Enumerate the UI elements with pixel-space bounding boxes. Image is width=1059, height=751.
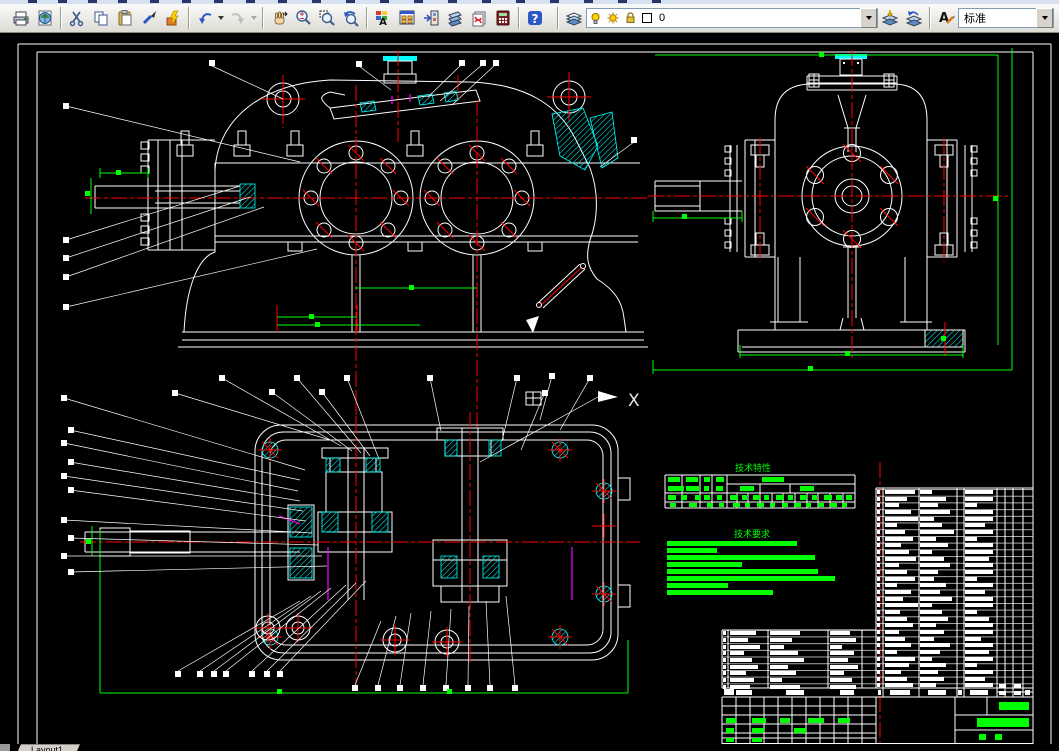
text-style-dropdown-arrow[interactable] xyxy=(1036,8,1053,28)
text-style-icon[interactable]: A xyxy=(934,6,958,30)
toolbar-separator xyxy=(518,7,520,29)
menu-bar-sliver xyxy=(0,0,1059,4)
undo-icon[interactable] xyxy=(193,6,217,30)
zoom-realtime-icon[interactable] xyxy=(291,6,315,30)
tech-spec-table: 技术特性 xyxy=(664,462,856,509)
layout-tab-label: Layout1 xyxy=(31,745,64,751)
toolbar-separator xyxy=(188,7,190,29)
quickcalc-icon[interactable] xyxy=(491,6,515,30)
layers-icon[interactable] xyxy=(562,6,586,30)
layer-on-bulb-icon[interactable] xyxy=(590,12,601,25)
tab-layout1[interactable]: Layout1 xyxy=(14,744,80,751)
layer-previous-icon[interactable] xyxy=(902,6,926,30)
application-window: A ? 0 A 标准 X 技术特性 技术要求 Layout1 xyxy=(0,0,1059,751)
tech-requirements-title: 技术要求 xyxy=(734,528,770,540)
layout-tab-bar: Layout1 xyxy=(0,744,1059,751)
tech-spec-title: 技术特性 xyxy=(735,462,771,474)
sheet-set-manager-icon[interactable] xyxy=(443,6,467,30)
zoom-previous-icon[interactable] xyxy=(339,6,363,30)
plot-icon[interactable] xyxy=(9,6,33,30)
current-text-style: 标准 xyxy=(964,13,986,25)
match-properties-icon[interactable] xyxy=(137,6,161,30)
text-style-dropdown[interactable]: 标准 xyxy=(958,8,1054,28)
designcenter-icon[interactable] xyxy=(395,6,419,30)
toolbar-separator xyxy=(60,7,62,29)
layer-lock-icon[interactable] xyxy=(625,12,636,24)
plot-preview-icon[interactable] xyxy=(33,6,57,30)
cut-icon[interactable] xyxy=(65,6,89,30)
svg-text:A: A xyxy=(939,11,949,26)
front-view xyxy=(65,50,648,428)
drawing-canvas[interactable]: X 技术特性 技术要求 xyxy=(0,33,1059,744)
title-block xyxy=(721,697,1033,744)
current-layer-name: 0 xyxy=(659,12,666,24)
help-icon[interactable]: ? xyxy=(523,6,547,30)
toolbar-separator xyxy=(366,7,368,29)
copy-icon[interactable] xyxy=(89,6,113,30)
tech-requirements: 技术要求 xyxy=(667,528,835,595)
toolbar-separator xyxy=(262,7,264,29)
make-object-layer-current-icon[interactable] xyxy=(878,6,902,30)
tool-palettes-icon[interactable] xyxy=(419,6,443,30)
undo-dropdown-icon[interactable] xyxy=(217,7,226,29)
redo-icon[interactable] xyxy=(226,6,250,30)
layer-dropdown-arrow[interactable] xyxy=(860,8,877,28)
toolbar-separator xyxy=(929,7,931,29)
section-label: X xyxy=(628,391,640,411)
layer-dropdown[interactable]: 0 xyxy=(586,8,878,28)
zoom-window-icon[interactable] xyxy=(315,6,339,30)
redo-dropdown-icon[interactable] xyxy=(250,7,259,29)
svg-text:?: ? xyxy=(532,12,539,26)
markup-set-manager-icon[interactable] xyxy=(467,6,491,30)
layout-tabs-icon[interactable] xyxy=(0,744,10,751)
layer-color-swatch[interactable] xyxy=(642,13,652,23)
dimension-text-squares xyxy=(85,52,998,694)
standard-toolbar: A ? 0 A 标准 xyxy=(0,4,1059,33)
publish-icon[interactable] xyxy=(0,7,9,29)
properties-icon[interactable]: A xyxy=(371,6,395,30)
layer-freeze-sun-icon[interactable] xyxy=(607,12,619,24)
toolbar-separator xyxy=(557,7,559,29)
paste-icon[interactable] xyxy=(113,6,137,30)
side-view xyxy=(648,48,1013,374)
svg-text:A: A xyxy=(379,17,387,27)
pan-icon[interactable] xyxy=(267,6,291,30)
block-editor-icon[interactable] xyxy=(161,6,185,30)
